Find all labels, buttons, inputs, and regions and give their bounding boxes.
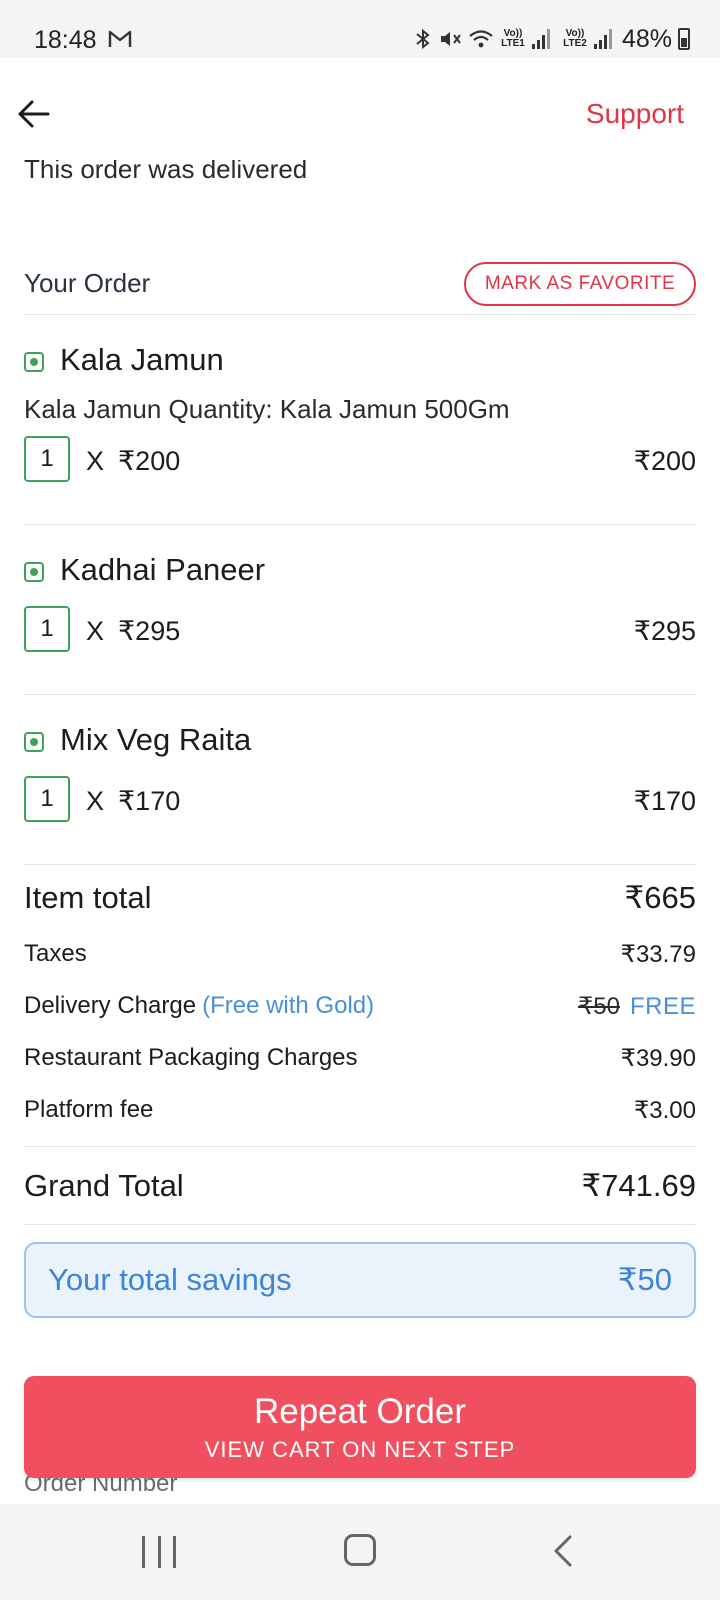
delivery-charge-label-group: Delivery Charge (Free with Gold) [24, 992, 374, 1020]
item-quantity: 1 [24, 776, 70, 822]
order-item: Kadhai Paneer 1 X ₹295 ₹295 [24, 550, 696, 660]
divider [24, 1146, 696, 1147]
multiply-sign: X [86, 786, 105, 816]
item-unit-price: ₹200 [118, 446, 181, 476]
item-name: Kadhai Paneer [60, 552, 266, 587]
delivery-charge-row: Delivery Charge (Free with Gold) ₹50 FREE [24, 988, 696, 1024]
item-line-price: ₹295 [633, 616, 696, 646]
battery-percent: 48% [621, 24, 672, 53]
packaging-charges-label: Restaurant Packaging Charges [24, 1044, 358, 1071]
delivery-original-price: ₹50 [578, 992, 620, 1020]
divider [24, 524, 696, 525]
packaging-charges-row: Restaurant Packaging Charges ₹39.90 [24, 1042, 696, 1074]
item-name: Kala Jamun [60, 342, 224, 377]
free-with-gold-note: (Free with Gold) [202, 992, 375, 1019]
delivery-charge-value-group: ₹50 FREE [578, 992, 696, 1021]
item-quantity: 1 [24, 436, 70, 482]
divider [24, 694, 696, 695]
grand-total-label: Grand Total [24, 1168, 184, 1203]
mute-icon [440, 32, 461, 46]
platform-fee-value: ₹3.00 [634, 1096, 696, 1124]
system-nav-bar [0, 1504, 720, 1600]
multiply-sign: X [86, 616, 105, 646]
home-icon[interactable] [344, 1534, 376, 1566]
packaging-charges-value: ₹39.90 [620, 1044, 696, 1072]
order-item: Mix Veg Raita 1 X ₹170 ₹170 [24, 720, 696, 830]
savings-value: ₹50 [617, 1262, 672, 1297]
multiply-sign: X [86, 446, 105, 476]
taxes-row: Taxes ₹33.79 [24, 938, 696, 970]
platform-fee-row: Platform fee ₹3.00 [24, 1094, 696, 1126]
veg-indicator-icon [24, 352, 44, 372]
repeat-order-button[interactable]: Repeat Order VIEW CART ON NEXT STEP [24, 1376, 696, 1478]
gmail-icon [108, 30, 132, 47]
platform-fee-label: Platform fee [24, 1096, 154, 1123]
divider [24, 314, 696, 315]
battery-icon [678, 28, 690, 50]
item-line-price: ₹170 [633, 786, 696, 816]
delivery-status-text: This order was delivered [24, 160, 308, 184]
item-description: Kala Jamun Quantity: Kala Jamun 500Gm [24, 394, 510, 424]
divider [24, 1224, 696, 1225]
status-bar: 18:48 Vo)) LTE1 Vo)) LTE2 48% [0, 0, 720, 58]
divider [24, 864, 696, 865]
lte1-indicator: Vo)) LTE1 [501, 28, 525, 49]
item-name: Mix Veg Raita [60, 722, 252, 757]
item-quantity: 1 [24, 606, 70, 652]
grand-total-value: ₹741.69 [581, 1168, 696, 1203]
item-unit-price: ₹170 [118, 786, 181, 816]
item-unit-price: ₹295 [118, 616, 181, 646]
total-savings-banner: Your total savings ₹50 [24, 1242, 696, 1318]
nav-back-icon[interactable] [548, 1534, 580, 1568]
veg-indicator-icon [24, 732, 44, 752]
order-item: Kala Jamun Kala Jamun Quantity: Kala Jam… [24, 340, 696, 500]
delivery-charge-label: Delivery Charge [24, 992, 197, 1019]
status-time: 18:48 [34, 26, 97, 54]
signal-1-icon [531, 29, 550, 49]
delivery-free-value: FREE [629, 992, 696, 1020]
signal-2-icon [593, 29, 612, 49]
item-total-row: Item total ₹665 [24, 876, 696, 920]
arrow-left-icon[interactable] [14, 94, 54, 134]
lte2-indicator: Vo)) LTE2 [563, 28, 587, 49]
mark-as-favorite-button[interactable]: MARK AS FAVORITE [464, 262, 696, 306]
support-link[interactable]: Support [586, 98, 684, 130]
status-icons: Vo)) LTE1 Vo)) LTE2 48% [414, 24, 690, 54]
grand-total-row: Grand Total ₹741.69 [24, 1164, 696, 1208]
taxes-label: Taxes [24, 940, 87, 967]
item-line-price: ₹200 [633, 446, 696, 476]
item-total-label: Item total [24, 880, 152, 915]
repeat-order-title: Repeat Order [253, 1392, 467, 1431]
repeat-order-subtitle: VIEW CART ON NEXT STEP [204, 1437, 516, 1462]
taxes-value: ₹33.79 [620, 940, 696, 968]
veg-indicator-icon [24, 562, 44, 582]
bluetooth-icon [416, 28, 430, 50]
savings-label: Your total savings [48, 1262, 292, 1297]
wifi-icon [469, 30, 493, 48]
item-total-value: ₹665 [624, 880, 696, 915]
recents-icon[interactable] [142, 1536, 176, 1568]
your-order-heading: Your Order [24, 268, 151, 298]
